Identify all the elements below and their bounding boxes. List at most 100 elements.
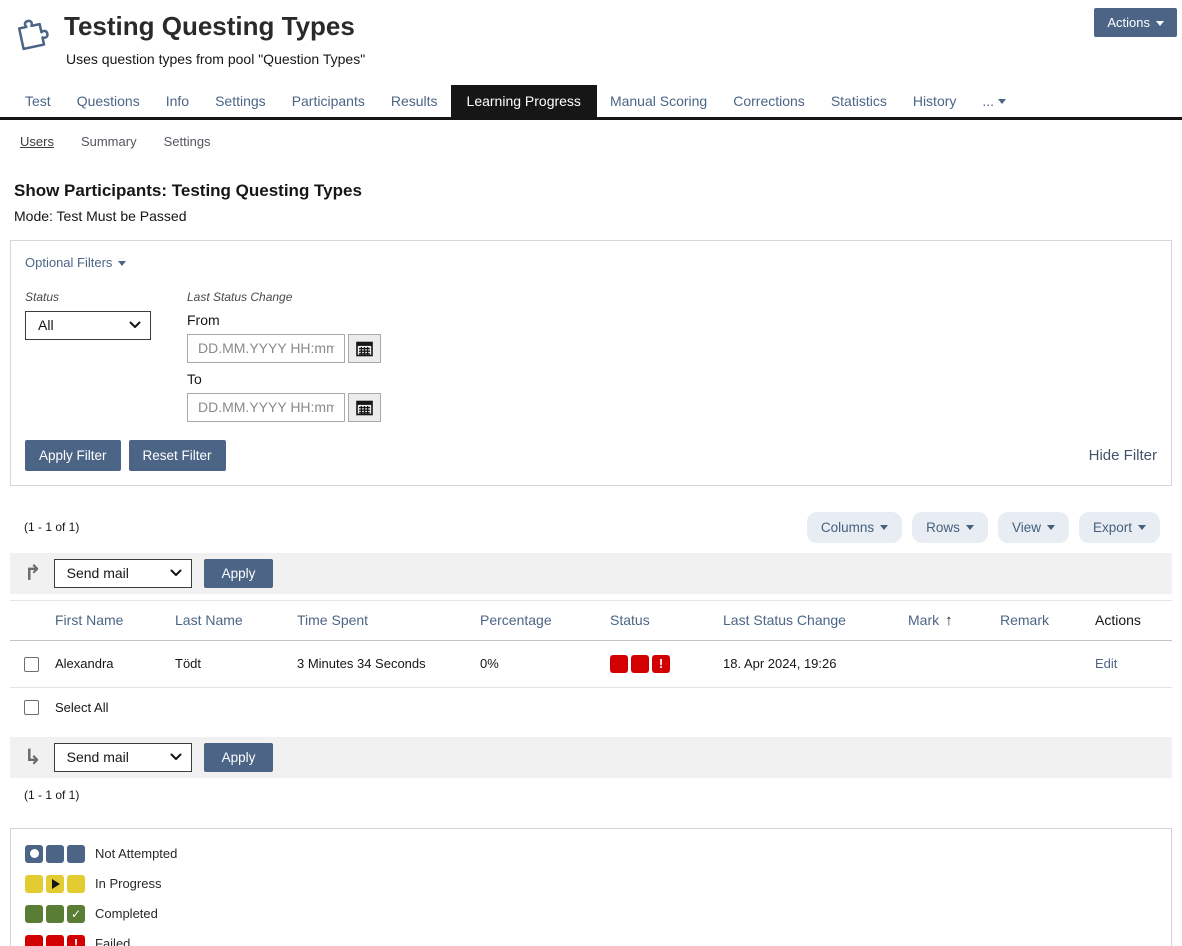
- not-attempted-circle-icon: [25, 845, 43, 863]
- failed-square-icon: [25, 935, 43, 946]
- completed-square-icon: [46, 905, 64, 923]
- apply-filter-button[interactable]: Apply Filter: [25, 440, 121, 471]
- actions-button-label: Actions: [1107, 15, 1150, 30]
- sub-tab-bar: Users Summary Settings: [20, 134, 1182, 149]
- rows-button-label: Rows: [926, 520, 960, 535]
- bulk-apply-button-top[interactable]: Apply: [204, 559, 274, 588]
- view-button[interactable]: View: [998, 512, 1069, 543]
- column-percentage[interactable]: Percentage: [480, 600, 610, 640]
- in-progress-square-icon: [25, 875, 43, 893]
- failed-exclamation-icon: [67, 935, 85, 946]
- tab-statistics[interactable]: Statistics: [818, 85, 900, 117]
- tab-more[interactable]: ...: [969, 85, 1019, 117]
- bulk-action-select-bottom[interactable]: Send mail: [54, 743, 192, 772]
- from-calendar-button[interactable]: [348, 334, 381, 363]
- tab-participants[interactable]: Participants: [279, 85, 378, 117]
- legend-not-attempted: Not Attempted: [25, 845, 1157, 863]
- arrow-up-right-icon: ↱: [24, 563, 42, 584]
- failed-icons: [25, 935, 85, 946]
- header: Testing Questing Types Uses question typ…: [0, 0, 1182, 67]
- column-last-status-change[interactable]: Last Status Change: [723, 600, 908, 640]
- to-date-input[interactable]: [187, 393, 345, 422]
- bulk-action-bar-bottom: ↳ Send mail Apply: [10, 737, 1172, 778]
- section-heading: Show Participants: Testing Questing Type…: [14, 181, 1182, 201]
- failed-exclamation-icon: [652, 655, 670, 673]
- column-status[interactable]: Status: [610, 600, 723, 640]
- optional-filters-toggle[interactable]: Optional Filters: [25, 255, 126, 270]
- object-subtitle: Uses question types from pool "Question …: [66, 51, 365, 67]
- from-date-input[interactable]: [187, 334, 345, 363]
- subtab-users[interactable]: Users: [20, 134, 54, 149]
- optional-filters-label: Optional Filters: [25, 255, 112, 270]
- bulk-apply-button-bottom[interactable]: Apply: [204, 743, 274, 772]
- to-label: To: [187, 371, 381, 387]
- tab-corrections[interactable]: Corrections: [720, 85, 818, 117]
- failed-square-icon: [631, 655, 649, 673]
- tab-history[interactable]: History: [900, 85, 970, 117]
- in-progress-icons: [25, 875, 85, 893]
- select-all-checkbox[interactable]: [24, 700, 39, 715]
- calendar-icon: [356, 340, 373, 357]
- select-all-row: Select All: [0, 688, 1182, 727]
- not-attempted-square-icon: [67, 845, 85, 863]
- calendar-icon: [356, 399, 373, 416]
- cell-remark: [1000, 640, 1095, 687]
- actions-button[interactable]: Actions: [1094, 8, 1177, 37]
- status-select[interactable]: All: [25, 311, 151, 340]
- tab-results[interactable]: Results: [378, 85, 451, 117]
- tab-info[interactable]: Info: [153, 85, 202, 117]
- completed-square-icon: [25, 905, 43, 923]
- bulk-action-select-top[interactable]: Send mail: [54, 559, 192, 588]
- legend-label: In Progress: [95, 876, 161, 891]
- reset-filter-button[interactable]: Reset Filter: [129, 440, 226, 471]
- tab-settings[interactable]: Settings: [202, 85, 279, 117]
- table-row: Alexandra Tödt 3 Minutes 34 Seconds 0% 1…: [10, 640, 1172, 687]
- tab-learning-progress[interactable]: Learning Progress: [451, 85, 597, 117]
- sort-ascending-icon: ↑: [945, 612, 953, 629]
- arrow-down-right-icon: ↳: [24, 747, 42, 768]
- legend-label: Completed: [95, 906, 158, 921]
- columns-button[interactable]: Columns: [807, 512, 902, 543]
- tab-manual-scoring[interactable]: Manual Scoring: [597, 85, 720, 117]
- edit-link[interactable]: Edit: [1095, 656, 1117, 671]
- result-range-bottom: (1 - 1 of 1): [24, 788, 1182, 802]
- subtab-summary[interactable]: Summary: [81, 134, 137, 149]
- bulk-action-select-top-input[interactable]: Send mail: [55, 560, 191, 587]
- row-checkbox[interactable]: [24, 657, 39, 672]
- status-legend: Not Attempted In Progress Completed: [10, 828, 1172, 946]
- bulk-action-select-bottom-input[interactable]: Send mail: [55, 744, 191, 771]
- export-button[interactable]: Export: [1079, 512, 1160, 543]
- tab-questions[interactable]: Questions: [64, 85, 153, 117]
- column-time-spent[interactable]: Time Spent: [297, 600, 480, 640]
- puzzle-icon: [10, 10, 56, 61]
- in-progress-play-icon: [46, 875, 64, 893]
- page-title: Testing Questing Types: [64, 10, 365, 43]
- column-remark[interactable]: Remark: [1000, 600, 1095, 640]
- chevron-down-icon: [118, 261, 126, 266]
- status-select-input[interactable]: All: [26, 312, 150, 339]
- legend-completed: Completed: [25, 905, 1157, 923]
- hide-filter-link[interactable]: Hide Filter: [1089, 447, 1157, 464]
- chevron-down-icon: [1156, 21, 1164, 26]
- cell-mark: [908, 640, 1000, 687]
- legend-label: Failed: [95, 936, 130, 946]
- completed-check-icon: [67, 905, 85, 923]
- last-status-change-filter-group: Last Status Change From: [187, 290, 381, 422]
- column-first-name[interactable]: First Name: [55, 600, 175, 640]
- cell-last-name: Tödt: [175, 640, 297, 687]
- main-tab-bar: Test Questions Info Settings Participant…: [0, 85, 1182, 120]
- not-attempted-square-icon: [46, 845, 64, 863]
- view-button-label: View: [1012, 520, 1041, 535]
- participants-table: First Name Last Name Time Spent Percenta…: [10, 600, 1172, 688]
- legend-label: Not Attempted: [95, 846, 177, 861]
- tab-test[interactable]: Test: [12, 85, 64, 117]
- subtab-settings[interactable]: Settings: [164, 134, 211, 149]
- to-calendar-button[interactable]: [348, 393, 381, 422]
- rows-button[interactable]: Rows: [912, 512, 988, 543]
- column-mark[interactable]: Mark↑: [908, 600, 1000, 640]
- cell-status: [610, 640, 723, 687]
- in-progress-square-icon: [67, 875, 85, 893]
- column-last-name[interactable]: Last Name: [175, 600, 297, 640]
- table-header-row: First Name Last Name Time Spent Percenta…: [10, 600, 1172, 640]
- chevron-down-icon: [998, 99, 1006, 104]
